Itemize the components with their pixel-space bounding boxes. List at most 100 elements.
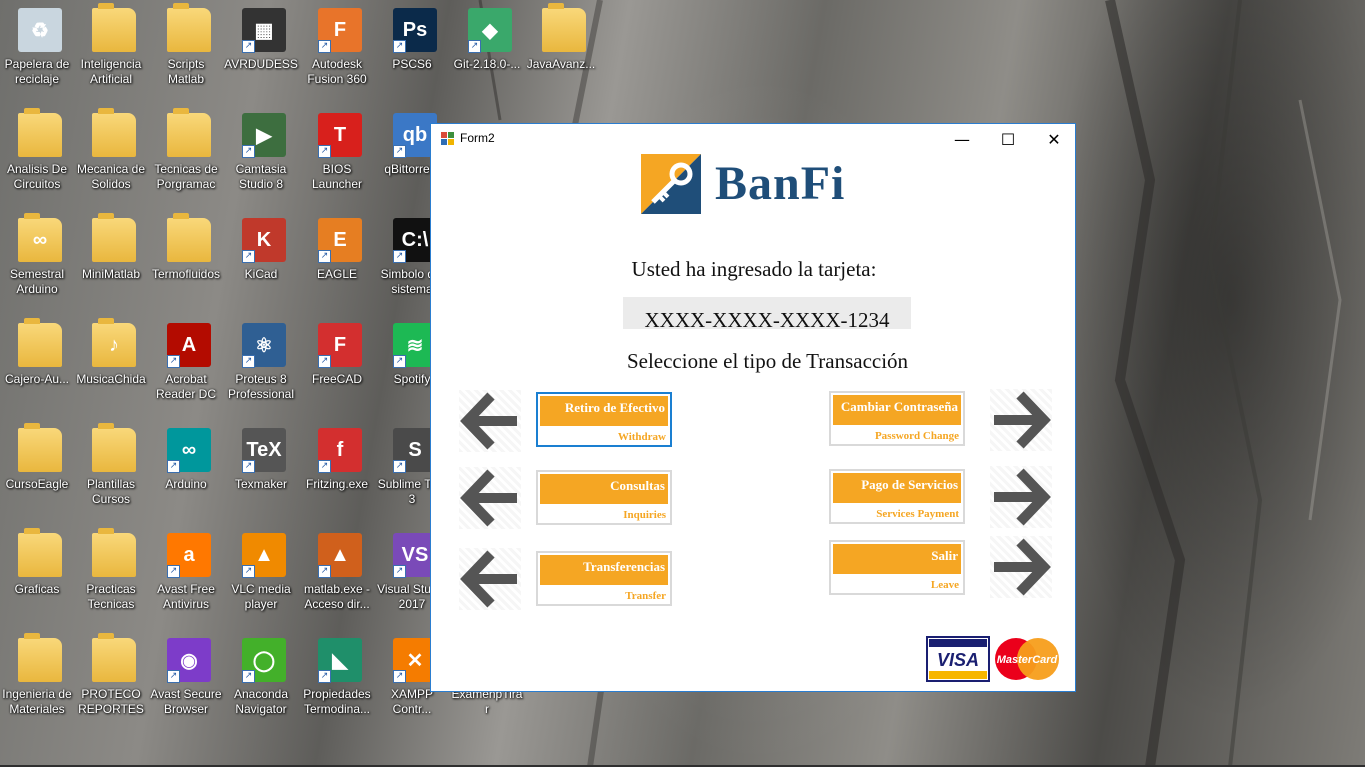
desktop-icon[interactable]: ◆ ↗ Git-2.18.0-... xyxy=(450,0,524,100)
desktop-icon-label: Texmaker xyxy=(234,477,287,491)
desktop-icon-label: Practicas Tecnicas xyxy=(86,582,136,611)
desktop-icon-label: Camtasia Studio 8 xyxy=(235,162,287,191)
arrow-right-payment[interactable] xyxy=(990,466,1052,528)
desktop-icon[interactable]: ♪ MusicaChida xyxy=(74,315,148,415)
withdraw-button[interactable]: Retiro de Efectivo Withdraw xyxy=(536,392,672,447)
desktop-icon-label: VLC media player xyxy=(231,582,291,611)
desktop-icon[interactable]: E ↗ EAGLE xyxy=(300,210,374,310)
desktop-icon[interactable]: Cajero-Au... xyxy=(0,315,74,415)
desktop-icon[interactable]: ∞ ↗ Arduino xyxy=(149,420,223,520)
desktop-icon-label: Graficas xyxy=(14,582,60,596)
desktop-icon[interactable]: MiniMatlab xyxy=(74,210,148,310)
desktop-icon[interactable]: Plantillas Cursos xyxy=(74,420,148,520)
shortcut-arrow-icon: ↗ xyxy=(318,460,331,473)
option-subtitle: Withdraw xyxy=(617,431,666,443)
desktop-icon[interactable]: f ↗ Fritzing.exe xyxy=(300,420,374,520)
desktop-icon[interactable]: Mecanica de Solidos xyxy=(74,105,148,205)
desktop-icon[interactable]: Inteligencia Artificial xyxy=(74,0,148,100)
minimize-button[interactable]: — xyxy=(939,124,985,154)
desktop-icon[interactable]: Tecnicas de Porgramac xyxy=(149,105,223,205)
desktop-icon-label: Papelera de reciclaje xyxy=(4,57,70,86)
arrow-left-icon xyxy=(460,392,517,450)
desktop-icon[interactable]: Graficas xyxy=(0,525,74,625)
title-bar[interactable]: Form2 — ☐ ✕ xyxy=(431,124,1075,154)
option-title: Consultas xyxy=(610,478,665,493)
desktop-icon[interactable]: Ingenieria de Materiales xyxy=(0,630,74,730)
desktop-icon[interactable]: Scripts Matlab xyxy=(149,0,223,100)
folder-icon: ♪ xyxy=(92,318,136,367)
desktop-icon[interactable]: ▦ ↗ AVRDUDESS xyxy=(224,0,298,100)
desktop-icon-label: Acrobat Reader DC xyxy=(155,372,217,401)
desktop-icon-label: CursoEagle xyxy=(5,477,69,491)
desktop-icon[interactable]: ▶ ↗ Camtasia Studio 8 xyxy=(224,105,298,205)
shortcut-arrow-icon: ↗ xyxy=(318,355,331,368)
maximize-icon: ☐ xyxy=(1000,129,1016,149)
desktop-icon-label: FreeCAD xyxy=(311,372,362,386)
desktop-icon-label: Mecanica de Solidos xyxy=(76,162,146,191)
arrow-right-leave[interactable] xyxy=(990,536,1052,598)
arrow-left-icon xyxy=(460,550,517,608)
desktop-icon[interactable]: ◯ ↗ Anaconda Navigator xyxy=(224,630,298,730)
desktop-icon[interactable]: Practicas Tecnicas xyxy=(74,525,148,625)
desktop-icon[interactable]: Ps ↗ PSCS6 xyxy=(375,0,449,100)
desktop-icon-label: KiCad xyxy=(244,267,278,281)
desktop-icon-label: Plantillas Cursos xyxy=(86,477,136,506)
desktop-icon[interactable]: K ↗ KiCad xyxy=(224,210,298,310)
transfer-button[interactable]: Transferencias Transfer xyxy=(536,551,672,606)
services-payment-button[interactable]: Pago de Servicios Services Payment xyxy=(829,469,965,524)
desktop-icon[interactable]: Analisis De Circuitos xyxy=(0,105,74,205)
folder-icon xyxy=(167,213,211,262)
desktop-icon[interactable]: ♻ Papelera de reciclaje xyxy=(0,0,74,100)
arrow-left-inquiries[interactable] xyxy=(459,467,521,529)
password-change-button[interactable]: Cambiar Contraseña Password Change xyxy=(829,391,965,446)
leave-button[interactable]: Salir Leave xyxy=(829,540,965,595)
option-title: Retiro de Efectivo xyxy=(564,400,665,415)
brand-name: BanFi xyxy=(715,157,846,210)
desktop-icon[interactable]: a ↗ Avast Free Antivirus xyxy=(149,525,223,625)
desktop-icon[interactable]: T ↗ BIOS Launcher xyxy=(300,105,374,205)
shortcut-arrow-icon: ↗ xyxy=(393,460,406,473)
desktop-icon[interactable]: TeX ↗ Texmaker xyxy=(224,420,298,520)
option-subtitle: Services Payment xyxy=(876,508,959,520)
form2-window: Form2 — ☐ ✕ BanFi Usted ha ingresado la … xyxy=(430,123,1076,692)
desktop-icon-label: JavaAvanz... xyxy=(526,57,596,71)
folder-icon xyxy=(18,108,62,157)
desktop-icon[interactable]: JavaAvanz... xyxy=(524,0,598,100)
desktop-icon-label: MusicaChida xyxy=(76,372,146,386)
desktop-icon[interactable]: ∞ Semestral Arduino xyxy=(0,210,74,310)
desktop-icon[interactable]: PROTECO REPORTES xyxy=(74,630,148,730)
shortcut-arrow-icon: ↗ xyxy=(242,145,255,158)
desktop-icon[interactable]: CursoEagle xyxy=(0,420,74,520)
maximize-button[interactable]: ☐ xyxy=(985,124,1031,154)
arrow-left-transfer[interactable] xyxy=(459,548,521,610)
desktop-icon[interactable]: A ↗ Acrobat Reader DC xyxy=(149,315,223,415)
desktop-icon-label: Inteligencia Artificial xyxy=(80,57,142,86)
folder-icon xyxy=(92,3,136,52)
desktop-icon[interactable]: F ↗ FreeCAD xyxy=(300,315,374,415)
desktop-icon[interactable]: ▲ ↗ VLC media player xyxy=(224,525,298,625)
desktop-icon-label: Tecnicas de Porgramac xyxy=(154,162,218,191)
shortcut-arrow-icon: ↗ xyxy=(242,460,255,473)
option-title: Pago de Servicios xyxy=(861,477,958,492)
desktop-icon[interactable]: Termofluidos xyxy=(149,210,223,310)
option-subtitle: Password Change xyxy=(874,430,959,442)
desktop-icon[interactable]: ◣ ↗ Propiedades Termodina... xyxy=(300,630,374,730)
shortcut-arrow-icon: ↗ xyxy=(242,250,255,263)
desktop-icon-label: EAGLE xyxy=(316,267,358,281)
desktop-icon[interactable]: ⚛ ↗ Proteus 8 Professional xyxy=(224,315,298,415)
desktop-icon[interactable]: ◉ ↗ Avast Secure Browser xyxy=(149,630,223,730)
folder-icon xyxy=(542,3,586,52)
desktop-icon[interactable]: F ↗ Autodesk Fusion 360 xyxy=(300,0,374,100)
arrow-right-password[interactable] xyxy=(990,389,1052,451)
desktop-icon-label: MiniMatlab xyxy=(81,267,141,281)
close-button[interactable]: ✕ xyxy=(1031,124,1077,154)
shortcut-arrow-icon: ↗ xyxy=(393,670,406,683)
inquiries-button[interactable]: Consultas Inquiries xyxy=(536,470,672,525)
shortcut-arrow-icon: ↗ xyxy=(393,145,406,158)
folder-icon xyxy=(167,3,211,52)
close-icon: ✕ xyxy=(1047,129,1061,149)
card-number-display: XXXX-XXXX-XXXX-1234 xyxy=(623,297,911,329)
desktop-icon[interactable]: ▲ ↗ matlab.exe - Acceso dir... xyxy=(300,525,374,625)
arrow-left-withdraw[interactable] xyxy=(459,390,521,452)
arrow-right-icon xyxy=(994,538,1051,596)
